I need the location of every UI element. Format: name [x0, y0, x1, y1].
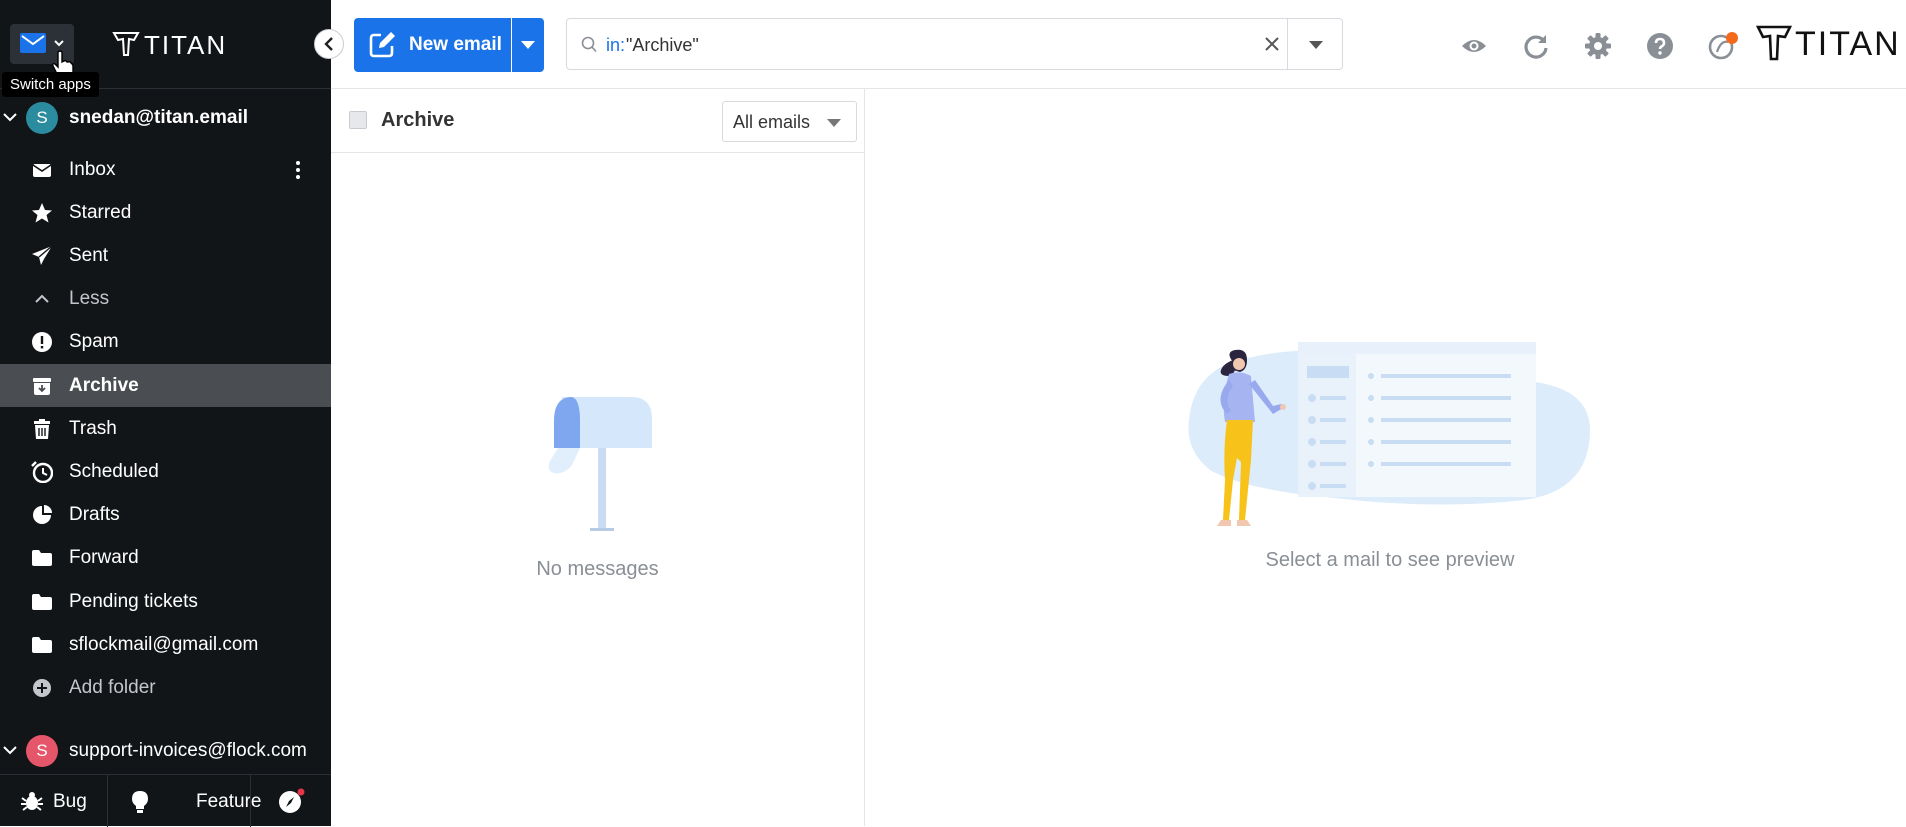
switch-apps-tooltip: Switch apps [2, 72, 99, 97]
exclamation-icon [32, 332, 52, 352]
sidebar-item-pending-tickets[interactable]: Pending tickets [0, 580, 331, 623]
feature-request-button[interactable]: Feature [108, 775, 261, 827]
draft-icon [33, 505, 52, 524]
sidebar-item-sflockmail[interactable]: sflockmail@gmail.com [0, 623, 331, 666]
caret-down-icon [827, 119, 841, 127]
sidebar-item-label: Scheduled [69, 461, 159, 482]
email-filter-value: All emails [733, 112, 811, 132]
folder-icon [32, 637, 52, 653]
trash-icon [34, 419, 50, 439]
sidebar-item-scheduled[interactable]: Scheduled [0, 450, 331, 493]
sidebar-item-label: Pending tickets [69, 591, 198, 612]
new-email-label: New email [409, 34, 502, 55]
envelope-icon [20, 33, 46, 53]
bug-icon [21, 792, 43, 811]
lightbulb-icon [132, 791, 148, 813]
folder-icon [32, 594, 52, 610]
search-icon [581, 36, 597, 53]
chevron-down-icon [3, 746, 17, 755]
chevron-up-icon [35, 294, 49, 303]
archive-icon [33, 378, 51, 395]
account-email: support-invoices@flock.com [69, 740, 307, 761]
caret-down-icon [521, 41, 535, 49]
sidebar-item-inbox[interactable]: Inbox [0, 148, 331, 191]
folder-title: Archive [381, 109, 455, 131]
sidebar-brand: TITAN [144, 30, 228, 60]
chevron-left-icon [324, 37, 333, 51]
empty-mailbox-illustration [548, 397, 652, 531]
sidebar-item-label: Forward [69, 547, 139, 568]
email-filter-select[interactable]: All emails [722, 101, 857, 142]
star-icon [32, 203, 52, 223]
paper-plane-icon [32, 245, 53, 265]
select-mail-illustration [1188, 342, 1590, 526]
search-input[interactable]: in: "Archive" [566, 18, 1288, 70]
sidebar-item-drafts[interactable]: Drafts [0, 493, 331, 536]
select-all-checkbox[interactable] [349, 111, 367, 129]
sidebar-item-starred[interactable]: Starred [0, 191, 331, 234]
sidebar-item-sent[interactable]: Sent [0, 234, 331, 277]
more-vertical-icon[interactable] [292, 159, 304, 181]
sidebar-item-label: Archive [69, 375, 139, 396]
new-email-dropdown[interactable] [512, 18, 544, 72]
avatar: S [26, 735, 58, 767]
sidebar-item-label: Trash [69, 418, 117, 439]
search-options-dropdown[interactable] [1287, 18, 1343, 70]
sidebar-item-spam[interactable]: Spam [0, 320, 331, 363]
whats-new-button[interactable] [251, 775, 331, 827]
sidebar-item-archive[interactable]: Archive [0, 364, 331, 407]
sidebar-item-forward[interactable]: Forward [0, 536, 331, 579]
sidebar-item-label: Spam [69, 331, 119, 352]
empty-list-message: No messages [536, 558, 659, 580]
titan-logo-icon [112, 32, 140, 56]
sidebar: Switch apps TITAN S snedan@titan.email I… [0, 0, 331, 827]
sidebar-footer: Bug Feature [0, 774, 331, 827]
clock-icon [31, 461, 53, 483]
close-icon[interactable] [1262, 34, 1282, 54]
chevron-down-icon [54, 40, 64, 47]
caret-down-icon [1309, 41, 1323, 49]
search-query: "Archive" [626, 35, 699, 55]
gear-icon[interactable] [1584, 32, 1612, 60]
notification-badge [1726, 32, 1738, 44]
message-list-pane: Archive All emails No messages [331, 89, 865, 826]
new-email-button[interactable]: New email [354, 18, 511, 72]
account-header-primary[interactable]: S snedan@titan.email [0, 98, 331, 138]
chevron-down-icon [3, 113, 17, 122]
list-header: Archive All emails [331, 89, 864, 153]
refresh-icon[interactable] [1522, 32, 1550, 60]
sidebar-item-label: Drafts [69, 504, 120, 525]
sidebar-item-less[interactable]: Less [0, 277, 331, 320]
plus-circle-icon [33, 679, 51, 697]
collapse-sidebar-button[interactable] [314, 29, 344, 59]
avatar: S [26, 102, 58, 134]
bug-label: Bug [53, 791, 87, 812]
folder-icon [32, 550, 52, 566]
sidebar-item-label: Add folder [69, 677, 156, 698]
sidebar-header: Switch apps TITAN [0, 0, 331, 97]
sidebar-item-label: sflockmail@gmail.com [69, 634, 259, 655]
sidebar-item-label: Starred [69, 202, 132, 223]
eye-icon[interactable] [1460, 32, 1488, 60]
sidebar-item-trash[interactable]: Trash [0, 407, 331, 450]
report-bug-button[interactable]: Bug [0, 775, 107, 827]
sidebar-item-label: Inbox [69, 159, 116, 180]
sidebar-item-label: Less [69, 288, 110, 309]
account-header-secondary[interactable]: S support-invoices@flock.com [0, 731, 331, 771]
compass-icon [279, 788, 305, 813]
search-scope-prefix: in: [606, 35, 626, 55]
top-brand: TITAN [1795, 25, 1901, 63]
account-email: snedan@titan.email [69, 107, 249, 128]
help-icon[interactable] [1646, 32, 1674, 60]
envelope-icon [32, 164, 52, 177]
titan-logo-icon [1756, 25, 1792, 61]
add-folder-button[interactable]: Add folder [0, 666, 331, 709]
preview-empty-message: Select a mail to see preview [1265, 549, 1515, 571]
sidebar-item-label: Sent [69, 245, 109, 266]
compose-icon [369, 32, 395, 58]
